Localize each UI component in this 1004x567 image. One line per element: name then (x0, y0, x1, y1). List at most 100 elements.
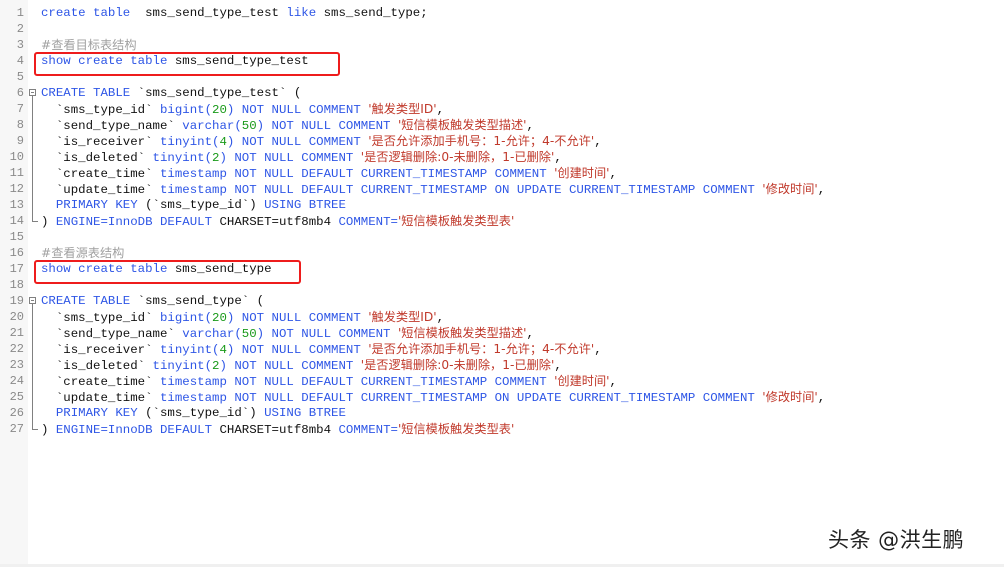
fold-end-marker (32, 213, 38, 222)
keyword-token: timestamp NOT NULL DEFAULT CURRENT_TIMES… (159, 183, 763, 197)
keyword-token: timestamp NOT NULL DEFAULT CURRENT_TIMES… (159, 391, 763, 405)
identifier-token: sms_send_type_test (145, 6, 287, 20)
code-text: ) ENGINE=InnoDB DEFAULT CHARSET=utf8mb4 … (41, 213, 514, 230)
code-line[interactable]: 12 `update_time` timestamp NOT NULL DEFA… (0, 181, 1004, 197)
keyword-token: COMMENT= (338, 215, 398, 229)
code-line[interactable]: 13 PRIMARY KEY (`sms_type_id`) USING BTR… (0, 197, 1004, 213)
line-number: 24 (9, 374, 24, 388)
number-token: 20 (212, 311, 227, 325)
keyword-token: tinyint( (152, 151, 213, 165)
line-number: 23 (9, 358, 24, 372)
keyword-token: ) NOT NULL COMMENT (226, 103, 369, 117)
code-line[interactable]: 14) ENGINE=InnoDB DEFAULT CHARSET=utf8mb… (0, 213, 1004, 229)
keyword-token: CREATE TABLE (41, 86, 138, 100)
fold-guide-line (32, 96, 33, 216)
code-line[interactable]: 10 `is_deleted` tinyint(2) NOT NULL COMM… (0, 149, 1004, 165)
identifier-token: `sms_type_id` (41, 103, 160, 117)
sql-editor[interactable]: 1 create table sms_send_type_test like sm… (0, 0, 1004, 564)
code-line[interactable]: 24 `create_time` timestamp NOT NULL DEFA… (0, 373, 1004, 389)
code-line[interactable]: 20 `sms_type_id` bigint(20) NOT NULL COM… (0, 309, 1004, 325)
code-line[interactable]: 16 #查看源表结构 (0, 245, 1004, 261)
code-text: `create_time` timestamp NOT NULL DEFAULT… (41, 373, 617, 390)
keyword-token: ) NOT NULL COMMENT (219, 359, 361, 373)
code-line[interactable]: 9 `is_receiver` tinyint(4) NOT NULL COMM… (0, 133, 1004, 149)
code-line[interactable]: 2 (0, 21, 1004, 37)
string-token: '触发类型ID' (368, 310, 437, 324)
code-text: `is_deleted` tinyint(2) NOT NULL COMMENT… (41, 149, 562, 166)
string-token: '短信模板触发类型表' (397, 422, 515, 436)
code-line[interactable]: 21 `send_type_name` varchar(50) NOT NULL… (0, 325, 1004, 341)
string-token: '是否允许添加手机号：1-允许；4-不允许' (368, 134, 595, 148)
line-number: 9 (16, 134, 24, 148)
line-number: 19 (9, 294, 24, 308)
keyword-token: tinyint( (159, 343, 220, 357)
keyword-token: timestamp NOT NULL DEFAULT CURRENT_TIMES… (159, 167, 555, 181)
code-text: ) ENGINE=InnoDB DEFAULT CHARSET=utf8mb4 … (41, 421, 514, 438)
identifier-token: `send_type_name` (41, 119, 183, 133)
code-line[interactable]: 23 `is_deleted` tinyint(2) NOT NULL COMM… (0, 357, 1004, 373)
code-line[interactable]: 7 `sms_type_id` bigint(20) NOT NULL COMM… (0, 101, 1004, 117)
keyword-token: COMMENT= (338, 423, 398, 437)
identifier-token: sms_send_type; (323, 6, 428, 20)
code-line[interactable]: 25 `update_time` timestamp NOT NULL DEFA… (0, 389, 1004, 405)
identifier-token: , (436, 311, 445, 325)
code-text: `sms_type_id` bigint(20) NOT NULL COMMEN… (41, 101, 444, 118)
fold-collapse-icon[interactable] (29, 89, 36, 96)
string-token: '短信模板触发类型表' (397, 214, 515, 228)
string-token: '是否允许添加手机号：1-允许；4-不允许' (368, 342, 595, 356)
code-line[interactable]: 11 `create_time` timestamp NOT NULL DEFA… (0, 165, 1004, 181)
identifier-token: `update_time` (41, 391, 160, 405)
string-token: '是否逻辑删除:0-未删除，1-已删除' (360, 150, 555, 164)
number-token: 50 (241, 119, 257, 133)
identifier-token: `is_deleted` (41, 151, 153, 165)
highlight-box-show-create-test (34, 52, 340, 76)
identifier-token: , (817, 183, 826, 197)
identifier-token: `sms_send_type_test` ( (137, 86, 302, 100)
identifier-token: `is_receiver` (41, 343, 160, 357)
keyword-token: USING BTREE (264, 406, 346, 420)
code-line[interactable]: 15 (0, 229, 1004, 245)
number-token: 50 (241, 327, 257, 341)
keyword-token: USING BTREE (264, 198, 346, 212)
identifier-token: (`sms_type_id`) (145, 198, 265, 212)
identifier-token: ) (41, 215, 56, 229)
fold-collapse-icon[interactable] (29, 297, 36, 304)
identifier-token: `update_time` (41, 183, 160, 197)
identifier-token: CHARSET=utf8mb4 (219, 215, 339, 229)
keyword-token: ENGINE=InnoDB DEFAULT (55, 215, 220, 229)
string-token: '短信模板触发类型描述' (397, 326, 527, 340)
code-line[interactable]: 1 create table sms_send_type_test like sm… (0, 5, 1004, 21)
identifier-token: `sms_send_type` ( (137, 294, 265, 308)
code-line[interactable]: 27) ENGINE=InnoDB DEFAULT CHARSET=utf8mb… (0, 421, 1004, 437)
comment-token: #查看目标表结构 (41, 38, 137, 52)
highlight-box-show-create-source (34, 260, 301, 284)
identifier-token: `is_receiver` (41, 135, 160, 149)
keyword-token: create table (41, 6, 146, 20)
code-line[interactable]: 6 CREATE TABLE `sms_send_type_test` ( (0, 85, 1004, 101)
keyword-token: varchar( (182, 119, 242, 133)
comment-token: #查看源表结构 (41, 246, 125, 260)
identifier-token: (`sms_type_id`) (145, 406, 265, 420)
line-number: 18 (9, 278, 24, 292)
code-text: `sms_type_id` bigint(20) NOT NULL COMMEN… (41, 309, 444, 326)
code-line[interactable]: 8 `send_type_name` varchar(50) NOT NULL … (0, 117, 1004, 133)
keyword-token: tinyint( (152, 359, 213, 373)
number-token: 4 (219, 135, 227, 149)
code-text: `is_deleted` tinyint(2) NOT NULL COMMENT… (41, 357, 562, 374)
line-number: 2 (16, 22, 24, 36)
keyword-token: bigint( (159, 103, 213, 117)
code-text: `update_time` timestamp NOT NULL DEFAULT… (41, 389, 825, 406)
code-line[interactable]: 22 `is_receiver` tinyint(4) NOT NULL COM… (0, 341, 1004, 357)
identifier-token: , (594, 135, 602, 149)
identifier-token: , (554, 151, 562, 165)
line-number: 26 (9, 406, 24, 420)
line-number: 13 (9, 198, 24, 212)
code-line[interactable]: 26 PRIMARY KEY (`sms_type_id`) USING BTR… (0, 405, 1004, 421)
keyword-token: varchar( (182, 327, 242, 341)
code-text: `send_type_name` varchar(50) NOT NULL CO… (41, 325, 534, 342)
code-line[interactable]: 3 #查看目标表结构 (0, 37, 1004, 53)
identifier-token: `send_type_name` (41, 327, 183, 341)
code-text: PRIMARY KEY (`sms_type_id`) USING BTREE (41, 405, 346, 421)
code-line[interactable]: 19 CREATE TABLE `sms_send_type` ( (0, 293, 1004, 309)
line-number: 8 (16, 118, 24, 132)
